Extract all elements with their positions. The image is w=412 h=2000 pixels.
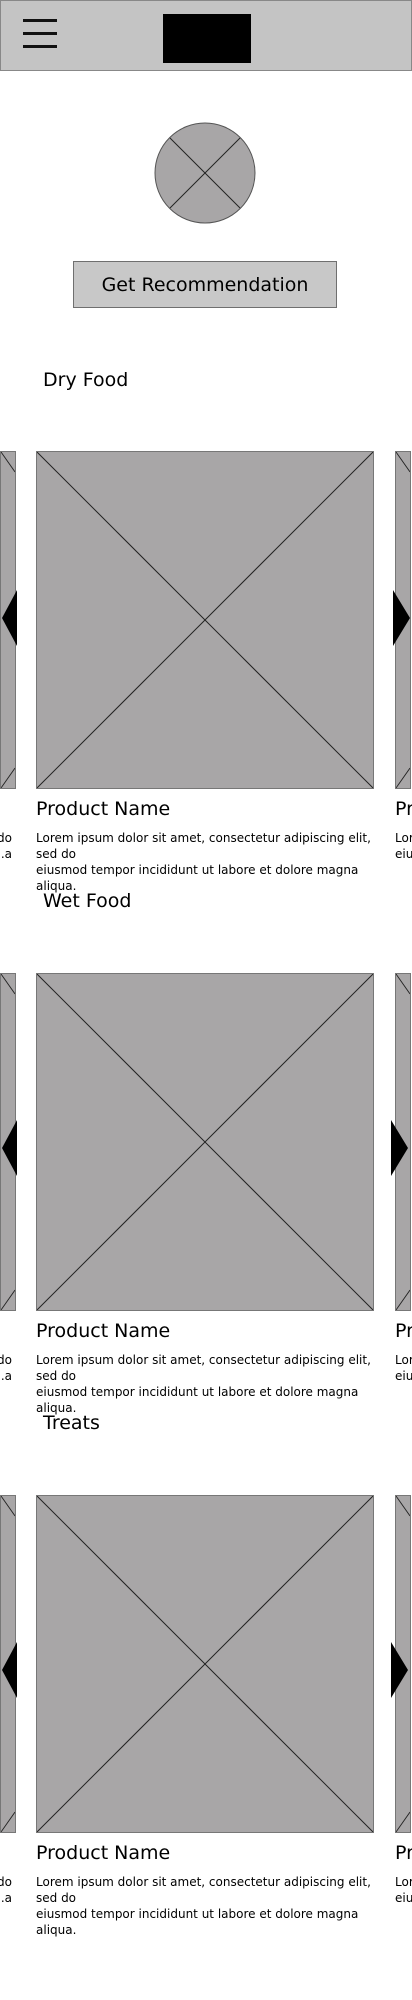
get-recommendation-button[interactable]: Get Recommendation [73,261,337,308]
next-product-description: Lor eiu [395,1352,412,1384]
section-title-wet-food: Wet Food [43,890,132,912]
next-product-description: Lor eiu [395,830,412,862]
product-description-line: eiusmod tempor incididunt ut labore et d… [36,1907,359,1937]
app-header [0,0,412,71]
peek-text: do [0,1353,12,1367]
peek-text: a. [0,1369,12,1383]
product-description-line: Lorem ipsum dolor sit amet, consectetur … [36,1353,371,1383]
section-title-treats: Treats [43,1412,100,1434]
menu-bar [23,45,57,48]
carousel-right-arrow-icon[interactable] [391,1642,408,1698]
peek-text: eiu [395,1369,412,1383]
peek-text: eiu [395,847,412,861]
carousel-left-arrow-icon[interactable] [2,1642,17,1698]
hamburger-menu-icon[interactable] [23,19,57,49]
carousel-left-arrow-icon[interactable] [2,590,17,646]
next-product-name: Pr [395,1320,412,1342]
product-image-placeholder[interactable] [36,1495,374,1833]
next-product-description: Lor eiu [395,1874,412,1906]
product-image-placeholder[interactable] [36,451,374,789]
image-placeholder-icon [154,122,256,224]
product-name[interactable]: Product Name [36,1320,170,1342]
product-description: Lorem ipsum dolor sit amet, consectetur … [36,1874,376,1938]
peek-text: do [0,831,12,845]
product-description: Lorem ipsum dolor sit amet, consectetur … [36,1352,376,1416]
menu-bar [23,32,57,35]
peek-text: Lor [395,1353,412,1367]
next-product-name: Pr [395,1842,412,1864]
peek-text: do [0,1875,12,1889]
carousel-right-arrow-icon[interactable] [391,1120,408,1176]
prev-product-description: do a. [0,830,12,862]
carousel-left-arrow-icon[interactable] [2,1120,17,1176]
product-description: Lorem ipsum dolor sit amet, consectetur … [36,830,376,894]
product-description-line: Lorem ipsum dolor sit amet, consectetur … [36,1875,371,1905]
product-image-placeholder[interactable] [36,973,374,1311]
peek-text: Lor [395,1875,412,1889]
peek-text: eiu [395,1891,412,1905]
next-product-name: Pr [395,798,412,820]
carousel-right-arrow-icon[interactable] [393,590,410,646]
prev-product-description: do a. [0,1874,12,1906]
peek-text: a. [0,847,12,861]
product-name[interactable]: Product Name [36,798,170,820]
section-title-dry-food: Dry Food [43,369,129,391]
menu-bar [23,19,57,22]
product-description-line: Lorem ipsum dolor sit amet, consectetur … [36,831,371,861]
logo-placeholder[interactable] [163,14,251,63]
product-name[interactable]: Product Name [36,1842,170,1864]
prev-product-description: do a. [0,1352,12,1384]
peek-text: a. [0,1891,12,1905]
peek-text: Lor [395,831,412,845]
